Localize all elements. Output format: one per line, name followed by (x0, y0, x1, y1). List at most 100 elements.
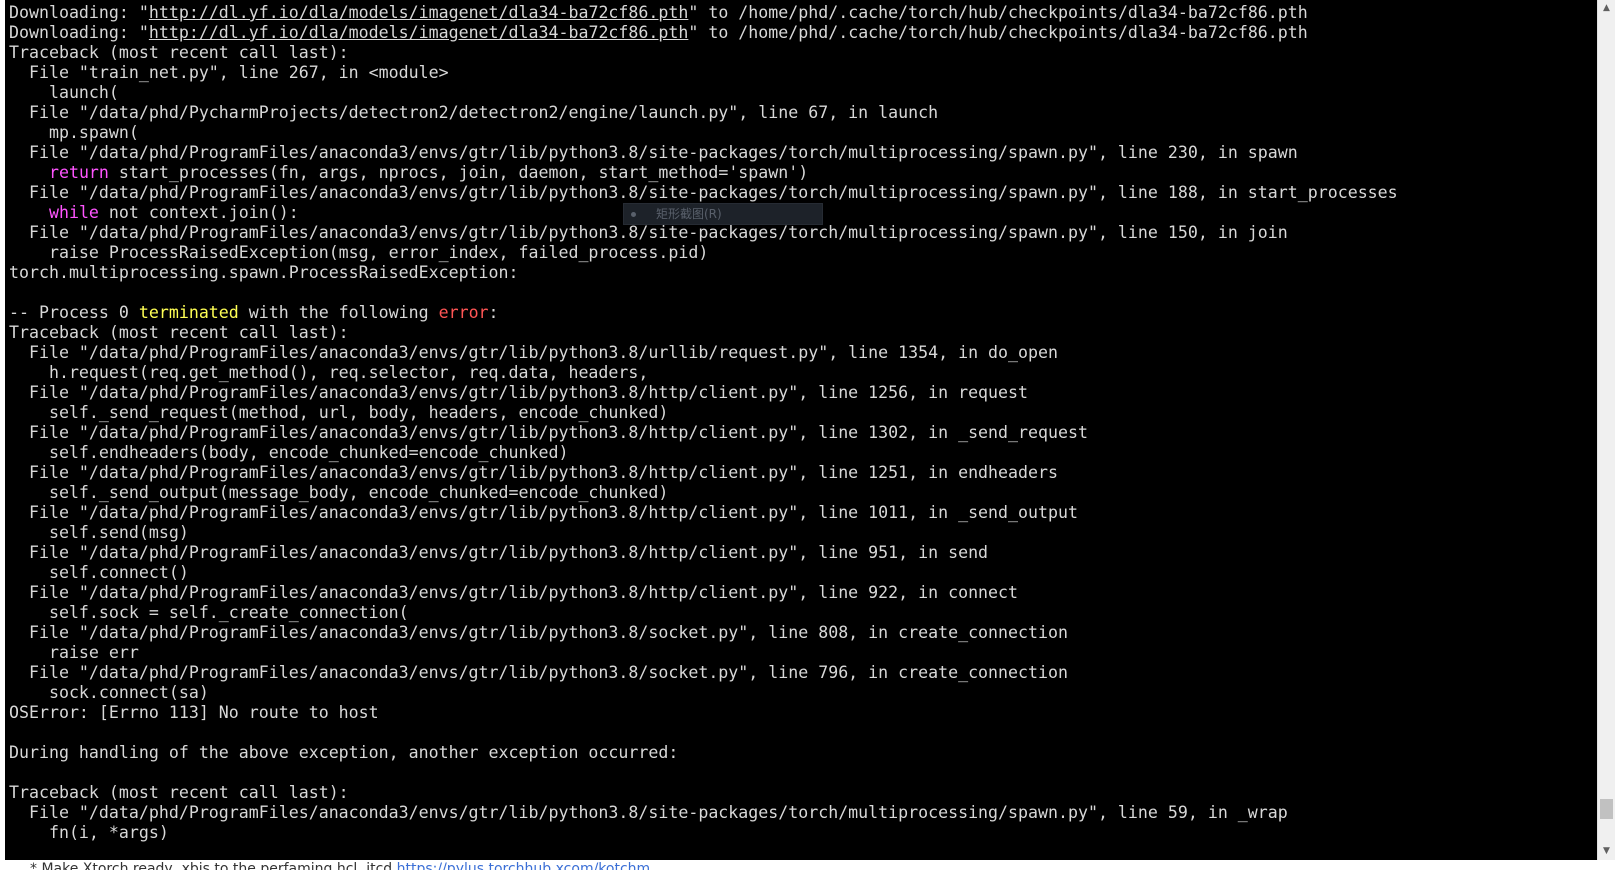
terminal-text: File "/data/phd/ProgramFiles/anaconda3/e… (9, 623, 1068, 642)
terminal-line: return start_processes(fn, args, nprocs,… (9, 163, 1593, 183)
context-menu-hint-label: 矩形截图(R) (656, 207, 722, 221)
terminal-line: File "/data/phd/PycharmProjects/detectro… (9, 103, 1593, 123)
terminal-text: sock.connect(sa) (9, 683, 209, 702)
terminal-line: File "/data/phd/ProgramFiles/anaconda3/e… (9, 343, 1593, 363)
terminal-window: Downloading: "http://dl.yf.io/dla/models… (0, 0, 1615, 870)
terminal-lines: Downloading: "http://dl.yf.io/dla/models… (9, 3, 1593, 843)
scroll-up-icon[interactable]: ▲ (1598, 0, 1615, 17)
terminal-text: fn(i, *args) (9, 823, 169, 842)
terminal-line: sock.connect(sa) (9, 683, 1593, 703)
terminal-line: Traceback (most recent call last): (9, 323, 1593, 343)
terminal-text: with the following (238, 303, 439, 322)
terminal-url[interactable]: http://dl.yf.io/dla/models/imagenet/dla3… (149, 23, 688, 42)
terminal-line: File "/data/phd/ProgramFiles/anaconda3/e… (9, 223, 1593, 243)
terminal-text: " to /home/phd/.cache/torch/hub/checkpoi… (688, 23, 1308, 42)
terminal-text: error (438, 303, 489, 322)
terminal-text: Traceback (most recent call last): (9, 323, 349, 342)
terminal-line: Traceback (most recent call last): (9, 783, 1593, 803)
terminal-text: Traceback (most recent call last): (9, 783, 349, 802)
terminal-line: Traceback (most recent call last): (9, 43, 1593, 63)
terminal-line: self.sock = self._create_connection( (9, 603, 1593, 623)
terminal-text: " to /home/phd/.cache/torch/hub/checkpoi… (688, 3, 1308, 22)
terminal-text: raise err (9, 643, 139, 662)
terminal-line: torch.multiprocessing.spawn.ProcessRaise… (9, 263, 1593, 283)
terminal-text: self._send_output(message_body, encode_c… (9, 483, 669, 502)
terminal-line: File "/data/phd/ProgramFiles/anaconda3/e… (9, 503, 1593, 523)
terminal-url[interactable]: http://dl.yf.io/dla/models/imagenet/dla3… (149, 3, 688, 22)
terminal-text: mp.spawn( (9, 123, 139, 142)
page-link[interactable]: https://pylus.torchhub.xcom/kotchm (397, 861, 651, 870)
terminal-line: mp.spawn( (9, 123, 1593, 143)
terminal-line: File "/data/phd/ProgramFiles/anaconda3/e… (9, 803, 1593, 823)
terminal-line: File "/data/phd/ProgramFiles/anaconda3/e… (9, 383, 1593, 403)
terminal-text: File "/data/phd/ProgramFiles/anaconda3/e… (9, 463, 1058, 482)
scrollbar-thumb[interactable] (1600, 799, 1613, 819)
terminal-line: Downloading: "http://dl.yf.io/dla/models… (9, 3, 1593, 23)
terminal-text: Downloading: " (9, 3, 149, 22)
terminal-text: start_processes(fn, args, nprocs, join, … (108, 163, 809, 182)
terminal-line: File "/data/phd/ProgramFiles/anaconda3/e… (9, 583, 1593, 603)
terminal-line: launch( (9, 83, 1593, 103)
terminal-line: File "/data/phd/ProgramFiles/anaconda3/e… (9, 183, 1593, 203)
terminal-text: File "/data/phd/ProgramFiles/anaconda3/e… (9, 543, 989, 562)
terminal-line: OSError: [Errno 113] No route to host (9, 703, 1593, 723)
terminal-line: File "/data/phd/ProgramFiles/anaconda3/e… (9, 663, 1593, 683)
terminal-text: self.sock = self._create_connection( (9, 603, 409, 622)
terminal-text: terminated (138, 303, 239, 322)
terminal-line: self._send_output(message_body, encode_c… (9, 483, 1593, 503)
terminal-text: : (488, 303, 499, 322)
terminal-line: File "/data/phd/ProgramFiles/anaconda3/e… (9, 623, 1593, 643)
terminal-text: self.connect() (9, 563, 189, 582)
terminal-line: File "/data/phd/ProgramFiles/anaconda3/e… (9, 143, 1593, 163)
terminal-output-area[interactable]: Downloading: "http://dl.yf.io/dla/models… (5, 0, 1597, 860)
terminal-text: File "/data/phd/ProgramFiles/anaconda3/e… (9, 343, 1058, 362)
terminal-text: Downloading: " (9, 23, 149, 42)
vertical-scrollbar[interactable]: ▲ ▼ (1597, 0, 1615, 860)
terminal-text: torch.multiprocessing.spawn.ProcessRaise… (9, 263, 519, 282)
terminal-line: Downloading: "http://dl.yf.io/dla/models… (9, 23, 1593, 43)
terminal-text: h.request(req.get_method(), req.selector… (9, 363, 649, 382)
terminal-text: File "/data/phd/ProgramFiles/anaconda3/e… (9, 223, 1288, 242)
terminal-text: File "/data/phd/ProgramFiles/anaconda3/e… (9, 383, 1029, 402)
terminal-line: raise err (9, 643, 1593, 663)
terminal-text: not context.join(): (98, 203, 299, 222)
page-text-cutoff: * Make Xtorch.ready, xbis to the perfami… (30, 861, 650, 870)
bullet-icon (631, 212, 636, 217)
terminal-text: self.send(msg) (9, 523, 189, 542)
page-text: * Make Xtorch.ready, xbis to the perfami… (30, 861, 393, 870)
terminal-line: File "/data/phd/ProgramFiles/anaconda3/e… (9, 463, 1593, 483)
context-menu-hint[interactable]: 矩形截图(R) (623, 203, 823, 225)
terminal-text: while (48, 203, 99, 222)
terminal-text: File "/data/phd/ProgramFiles/anaconda3/e… (9, 803, 1288, 822)
terminal-line: self.connect() (9, 563, 1593, 583)
terminal-line: self._send_request(method, url, body, he… (9, 403, 1593, 423)
terminal-text: File "/data/phd/ProgramFiles/anaconda3/e… (9, 503, 1078, 522)
terminal-text: Traceback (most recent call last): (9, 43, 349, 62)
scroll-down-icon[interactable]: ▼ (1598, 843, 1615, 860)
terminal-line: File "/data/phd/ProgramFiles/anaconda3/e… (9, 423, 1593, 443)
terminal-line: -- Process 0 terminated with the followi… (9, 303, 1593, 323)
terminal-line: self.endheaders(body, encode_chunked=enc… (9, 443, 1593, 463)
terminal-line: self.send(msg) (9, 523, 1593, 543)
terminal-line: During handling of the above exception, … (9, 743, 1593, 763)
terminal-text: File "/data/phd/ProgramFiles/anaconda3/e… (9, 143, 1298, 162)
terminal-text: self.endheaders(body, encode_chunked=enc… (9, 443, 569, 462)
terminal-text: File "/data/phd/ProgramFiles/anaconda3/e… (9, 423, 1088, 442)
terminal-text: File "/data/phd/PycharmProjects/detectro… (9, 103, 939, 122)
terminal-text: During handling of the above exception, … (9, 743, 679, 762)
terminal-text: self._send_request(method, url, body, he… (9, 403, 669, 422)
terminal-text: File "/data/phd/ProgramFiles/anaconda3/e… (9, 583, 1019, 602)
terminal-text: File "/data/phd/ProgramFiles/anaconda3/e… (9, 663, 1068, 682)
terminal-line: h.request(req.get_method(), req.selector… (9, 363, 1593, 383)
terminal-line: File "train_net.py", line 267, in <modul… (9, 63, 1593, 83)
terminal-text: return (48, 163, 109, 182)
terminal-text: File "/data/phd/ProgramFiles/anaconda3/e… (9, 183, 1398, 202)
terminal-text: raise ProcessRaisedException(msg, error_… (9, 243, 709, 262)
terminal-text: launch( (9, 83, 119, 102)
terminal-line: File "/data/phd/ProgramFiles/anaconda3/e… (9, 543, 1593, 563)
